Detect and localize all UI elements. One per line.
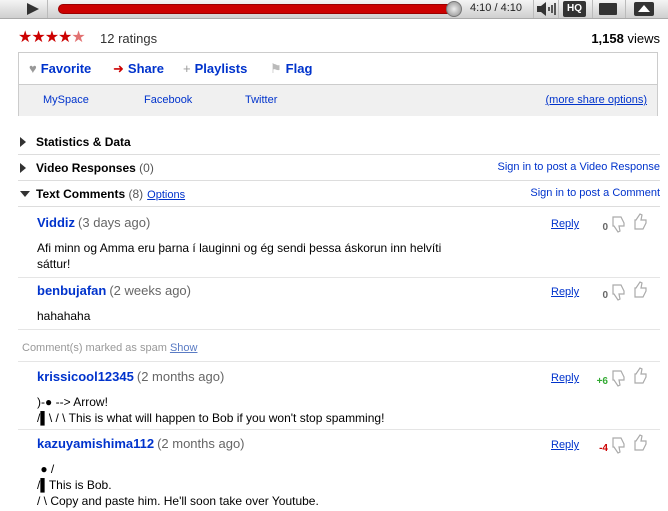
share-options-bar: MySpace Facebook Twitter (more share opt…	[19, 85, 657, 116]
playlists-label: Playlists	[194, 61, 248, 76]
section-title: Video Responses (0)	[36, 161, 154, 175]
thumbs-up-icon[interactable]	[632, 211, 650, 234]
thumbs-down-icon[interactable]	[610, 369, 628, 390]
comment-score: -4	[599, 443, 608, 454]
comment-score: 0	[602, 222, 608, 233]
star-icon: ★	[18, 29, 32, 46]
section-title-label: Text Comments	[36, 187, 126, 201]
share-label: Share	[127, 61, 165, 76]
section-count: (8)	[128, 187, 144, 201]
comment-age: (2 months ago)	[157, 436, 245, 451]
comment-text: )-● --> Arrow! /▌\ / \ This is what will…	[37, 395, 385, 425]
comment-author-name: Viddiz	[37, 215, 76, 230]
options-link[interactable]: Options	[147, 189, 185, 201]
share-twitter-link[interactable]: Twitter	[245, 94, 277, 106]
favorite-label: Favorite	[40, 61, 92, 76]
thumbs-down-icon[interactable]	[610, 283, 628, 304]
video-player-controls: 4:10 / 4:10 HQ	[0, 0, 668, 19]
comment-text: Afi minn og Amma eru þarna í lauginni og…	[37, 241, 442, 271]
comment-author[interactable]: benbujafan (2 weeks ago)	[37, 283, 191, 298]
comment-score: 0	[602, 290, 608, 301]
thumbs-up-icon[interactable]	[632, 279, 650, 302]
reply-link[interactable]: Reply	[551, 439, 579, 451]
comment-author[interactable]: kazuyamishima112 (2 months ago)	[37, 436, 245, 451]
comment-score: +6	[596, 376, 608, 387]
comment-author[interactable]: krissicool12345 (2 months ago)	[37, 369, 224, 384]
text-comments-section-header[interactable]: Text Comments (8) Options Sign in to post…	[18, 182, 660, 207]
comment-age: (2 weeks ago)	[109, 283, 191, 298]
collapse-arrow-icon	[20, 191, 30, 197]
playlists-button[interactable]: + Playlists	[183, 61, 247, 76]
comment-text: ● / /▌This is Bob. / \ Copy and paste hi…	[37, 462, 319, 508]
plus-icon: +	[183, 61, 191, 76]
section-title: Text Comments (8) Options	[36, 187, 185, 201]
hq-button[interactable]: HQ	[563, 1, 586, 17]
view-count-label: views	[627, 31, 660, 46]
widescreen-button[interactable]	[592, 0, 622, 18]
comment-text: hahahaha	[37, 309, 91, 323]
spam-notice: Comment(s) marked as spam Show	[18, 338, 660, 362]
comment-author-name: benbujafan	[37, 283, 107, 298]
reply-link[interactable]: Reply	[551, 286, 579, 298]
comment-item: Viddiz (3 days ago) Reply 0 Afi minn og A…	[18, 210, 660, 278]
flag-icon: ⚑	[270, 61, 282, 76]
hq-label: HQ	[567, 3, 582, 14]
comment-age: (2 months ago)	[136, 369, 225, 384]
thumbs-up-icon[interactable]	[632, 365, 650, 388]
thumbs-down-icon[interactable]	[610, 215, 628, 236]
thumbs-up-icon[interactable]	[632, 432, 650, 455]
star-icon: ★	[58, 29, 72, 46]
fullscreen-icon	[634, 2, 654, 16]
comment-author-name: kazuyamishima112	[37, 436, 155, 451]
expand-arrow-icon	[20, 163, 26, 173]
expand-arrow-icon	[20, 137, 26, 147]
widescreen-icon	[599, 3, 617, 15]
thumbs-down-icon[interactable]	[610, 436, 628, 457]
flag-button[interactable]: ⚑ Flag	[270, 61, 312, 77]
statistics-section-header[interactable]: Statistics & Data	[18, 130, 660, 155]
star-icon: ★	[44, 29, 59, 46]
section-title: Statistics & Data	[36, 135, 131, 149]
volume-icon	[537, 2, 556, 16]
comment-item: benbujafan (2 weeks ago) Reply 0 hahahaha	[18, 278, 660, 330]
volume-button[interactable]	[533, 0, 559, 18]
fullscreen-button[interactable]	[625, 0, 659, 18]
play-button[interactable]	[16, 0, 48, 18]
share-button[interactable]: ➜ Share	[113, 61, 164, 77]
play-icon	[27, 3, 39, 15]
flag-label: Flag	[285, 61, 313, 76]
view-count-number: 1,158	[591, 31, 624, 46]
reply-link[interactable]: Reply	[551, 372, 579, 384]
action-panel: ♥ Favorite ➜ Share + Playlists ⚑ Flag MySpac…	[18, 52, 658, 116]
time-display: 4:10 / 4:10	[470, 2, 522, 14]
star-icon: ★	[31, 29, 45, 46]
progress-bar[interactable]	[58, 4, 458, 14]
arrow-right-icon: ➜	[113, 61, 124, 76]
heart-icon: ♥	[29, 61, 37, 76]
comment-age: (3 days ago)	[78, 215, 151, 230]
scrubber-handle[interactable]	[446, 1, 462, 17]
comment-author[interactable]: Viddiz (3 days ago)	[37, 215, 150, 230]
section-count: (0)	[139, 161, 154, 175]
section-title-label: Video Responses	[36, 161, 136, 175]
more-share-options-link[interactable]: (more share options)	[546, 94, 648, 106]
show-spam-link[interactable]: Show	[170, 342, 198, 354]
star-rating[interactable]: ★★★★★	[18, 29, 86, 47]
reply-link[interactable]: Reply	[551, 218, 579, 230]
comment-item: kazuyamishima112 (2 months ago) Reply -4 …	[18, 431, 660, 511]
spam-notice-text: Comment(s) marked as spam	[22, 342, 167, 354]
favorite-button[interactable]: ♥ Favorite	[29, 61, 91, 76]
share-facebook-link[interactable]: Facebook	[144, 94, 192, 106]
comment-author-name: krissicool12345	[37, 369, 134, 384]
post-comment-link[interactable]: Sign in to post a Comment	[530, 187, 660, 199]
video-responses-section-header[interactable]: Video Responses (0) Sign in to post a Vi…	[18, 156, 660, 181]
half-star-icon: ★	[71, 29, 85, 46]
rating-row: ★★★★★ 12 ratings 1,158 views	[18, 29, 660, 47]
view-count: 1,158 views	[591, 31, 660, 46]
comment-item: krissicool12345 (2 months ago) Reply +6 )…	[18, 364, 660, 430]
share-myspace-link[interactable]: MySpace	[43, 94, 89, 106]
ratings-count: 12 ratings	[100, 31, 158, 46]
post-video-response-link[interactable]: Sign in to post a Video Response	[498, 161, 660, 173]
action-bar: ♥ Favorite ➜ Share + Playlists ⚑ Flag	[19, 53, 657, 85]
